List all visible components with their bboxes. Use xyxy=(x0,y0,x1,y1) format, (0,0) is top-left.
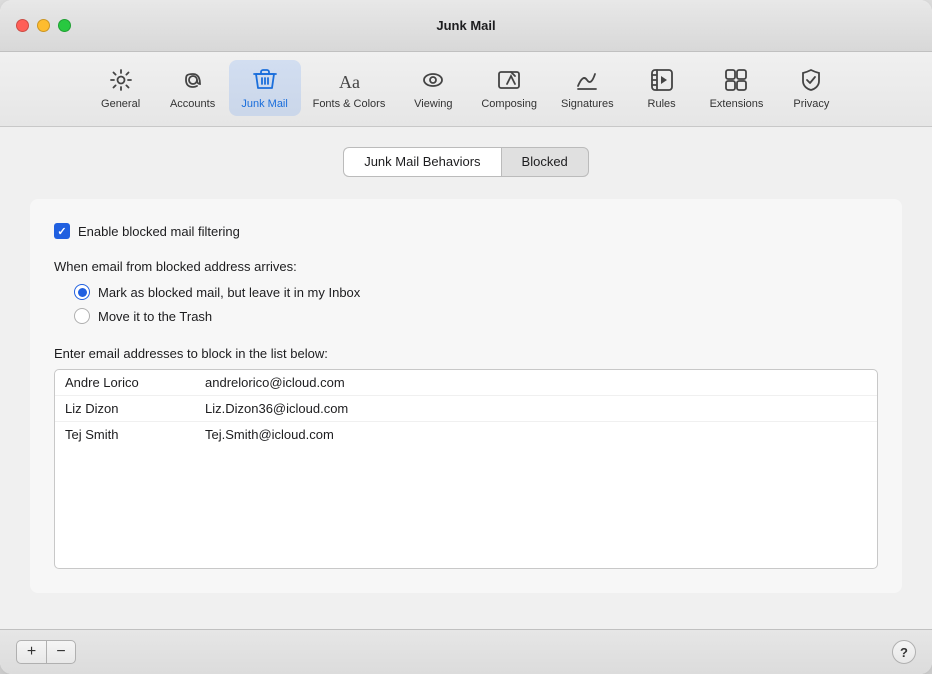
add-button[interactable]: + xyxy=(16,640,46,664)
list-item: Andre Lorico andrelorico@icloud.com xyxy=(55,370,877,396)
tab-blocked[interactable]: Blocked xyxy=(501,147,589,177)
when-email-label: When email from blocked address arrives: xyxy=(54,259,878,274)
composing-icon xyxy=(495,66,523,94)
fonts-colors-label: Fonts & Colors xyxy=(313,98,386,110)
window-controls xyxy=(16,19,71,32)
toolbar-item-accounts[interactable]: Accounts xyxy=(157,60,229,116)
toolbar-item-signatures[interactable]: Signatures xyxy=(549,60,626,116)
close-button[interactable] xyxy=(16,19,29,32)
titlebar: Junk Mail xyxy=(0,0,932,52)
add-remove-buttons: + − xyxy=(16,640,76,664)
enable-checkbox-row[interactable]: Enable blocked mail filtering xyxy=(54,223,878,239)
radio-mark-blocked[interactable] xyxy=(74,284,90,300)
signatures-label: Signatures xyxy=(561,98,614,110)
radio-move-trash[interactable] xyxy=(74,308,90,324)
bottom-bar: + − ? xyxy=(0,629,932,674)
privacy-label: Privacy xyxy=(793,98,829,110)
toolbar-item-privacy[interactable]: Privacy xyxy=(775,60,847,116)
toolbar-item-composing[interactable]: Composing xyxy=(469,60,549,116)
maximize-button[interactable] xyxy=(58,19,71,32)
signatures-icon xyxy=(573,66,601,94)
extensions-icon xyxy=(722,66,750,94)
radio-group: Mark as blocked mail, but leave it in my… xyxy=(74,284,878,324)
rules-label: Rules xyxy=(648,98,676,110)
privacy-icon xyxy=(797,66,825,94)
blocked-name-2: Tej Smith xyxy=(65,427,205,442)
radio-row-mark-blocked[interactable]: Mark as blocked mail, but leave it in my… xyxy=(74,284,878,300)
settings-panel: Enable blocked mail filtering When email… xyxy=(30,199,902,593)
blocked-email-0: andrelorico@icloud.com xyxy=(205,375,867,390)
tab-junk-mail-behaviors[interactable]: Junk Mail Behaviors xyxy=(343,147,500,177)
viewing-label: Viewing xyxy=(414,98,452,110)
blocked-email-2: Tej.Smith@icloud.com xyxy=(205,427,867,442)
toolbar-item-fonts-colors[interactable]: Aa Fonts & Colors xyxy=(301,60,398,116)
blocked-name-1: Liz Dizon xyxy=(65,401,205,416)
enable-checkbox[interactable] xyxy=(54,223,70,239)
general-label: General xyxy=(101,98,140,110)
viewing-icon xyxy=(419,66,447,94)
main-window: Junk Mail General Accounts xyxy=(0,0,932,674)
toolbar-item-rules[interactable]: Rules xyxy=(626,60,698,116)
list-item: Liz Dizon Liz.Dizon36@icloud.com xyxy=(55,396,877,422)
list-item: Tej Smith Tej.Smith@icloud.com xyxy=(55,422,877,447)
radio-mark-blocked-label: Mark as blocked mail, but leave it in my… xyxy=(98,285,360,300)
svg-text:Aa: Aa xyxy=(339,72,360,92)
radio-row-move-trash[interactable]: Move it to the Trash xyxy=(74,308,878,324)
main-content: Junk Mail Behaviors Blocked Enable block… xyxy=(0,127,932,629)
remove-button[interactable]: − xyxy=(46,640,76,664)
blocked-list-label: Enter email addresses to block in the li… xyxy=(54,346,878,361)
rules-icon xyxy=(648,66,676,94)
toolbar-item-viewing[interactable]: Viewing xyxy=(397,60,469,116)
composing-label: Composing xyxy=(481,98,537,110)
toolbar-item-general[interactable]: General xyxy=(85,60,157,116)
toolbar: General Accounts xyxy=(0,52,932,127)
font-icon: Aa xyxy=(335,66,363,94)
radio-move-trash-label: Move it to the Trash xyxy=(98,309,212,324)
blocked-email-1: Liz.Dizon36@icloud.com xyxy=(205,401,867,416)
minimize-button[interactable] xyxy=(37,19,50,32)
toolbar-item-junk-mail[interactable]: Junk Mail xyxy=(229,60,301,116)
junk-mail-label: Junk Mail xyxy=(241,98,287,110)
blocked-list[interactable]: Andre Lorico andrelorico@icloud.com Liz … xyxy=(54,369,878,569)
junk-icon xyxy=(251,66,279,94)
help-button[interactable]: ? xyxy=(892,640,916,664)
window-title: Junk Mail xyxy=(436,18,495,33)
segmented-control: Junk Mail Behaviors Blocked xyxy=(30,147,902,177)
at-icon xyxy=(179,66,207,94)
enable-checkbox-label: Enable blocked mail filtering xyxy=(78,224,240,239)
accounts-label: Accounts xyxy=(170,98,215,110)
gear-icon xyxy=(107,66,135,94)
blocked-name-0: Andre Lorico xyxy=(65,375,205,390)
toolbar-item-extensions[interactable]: Extensions xyxy=(698,60,776,116)
extensions-label: Extensions xyxy=(710,98,764,110)
